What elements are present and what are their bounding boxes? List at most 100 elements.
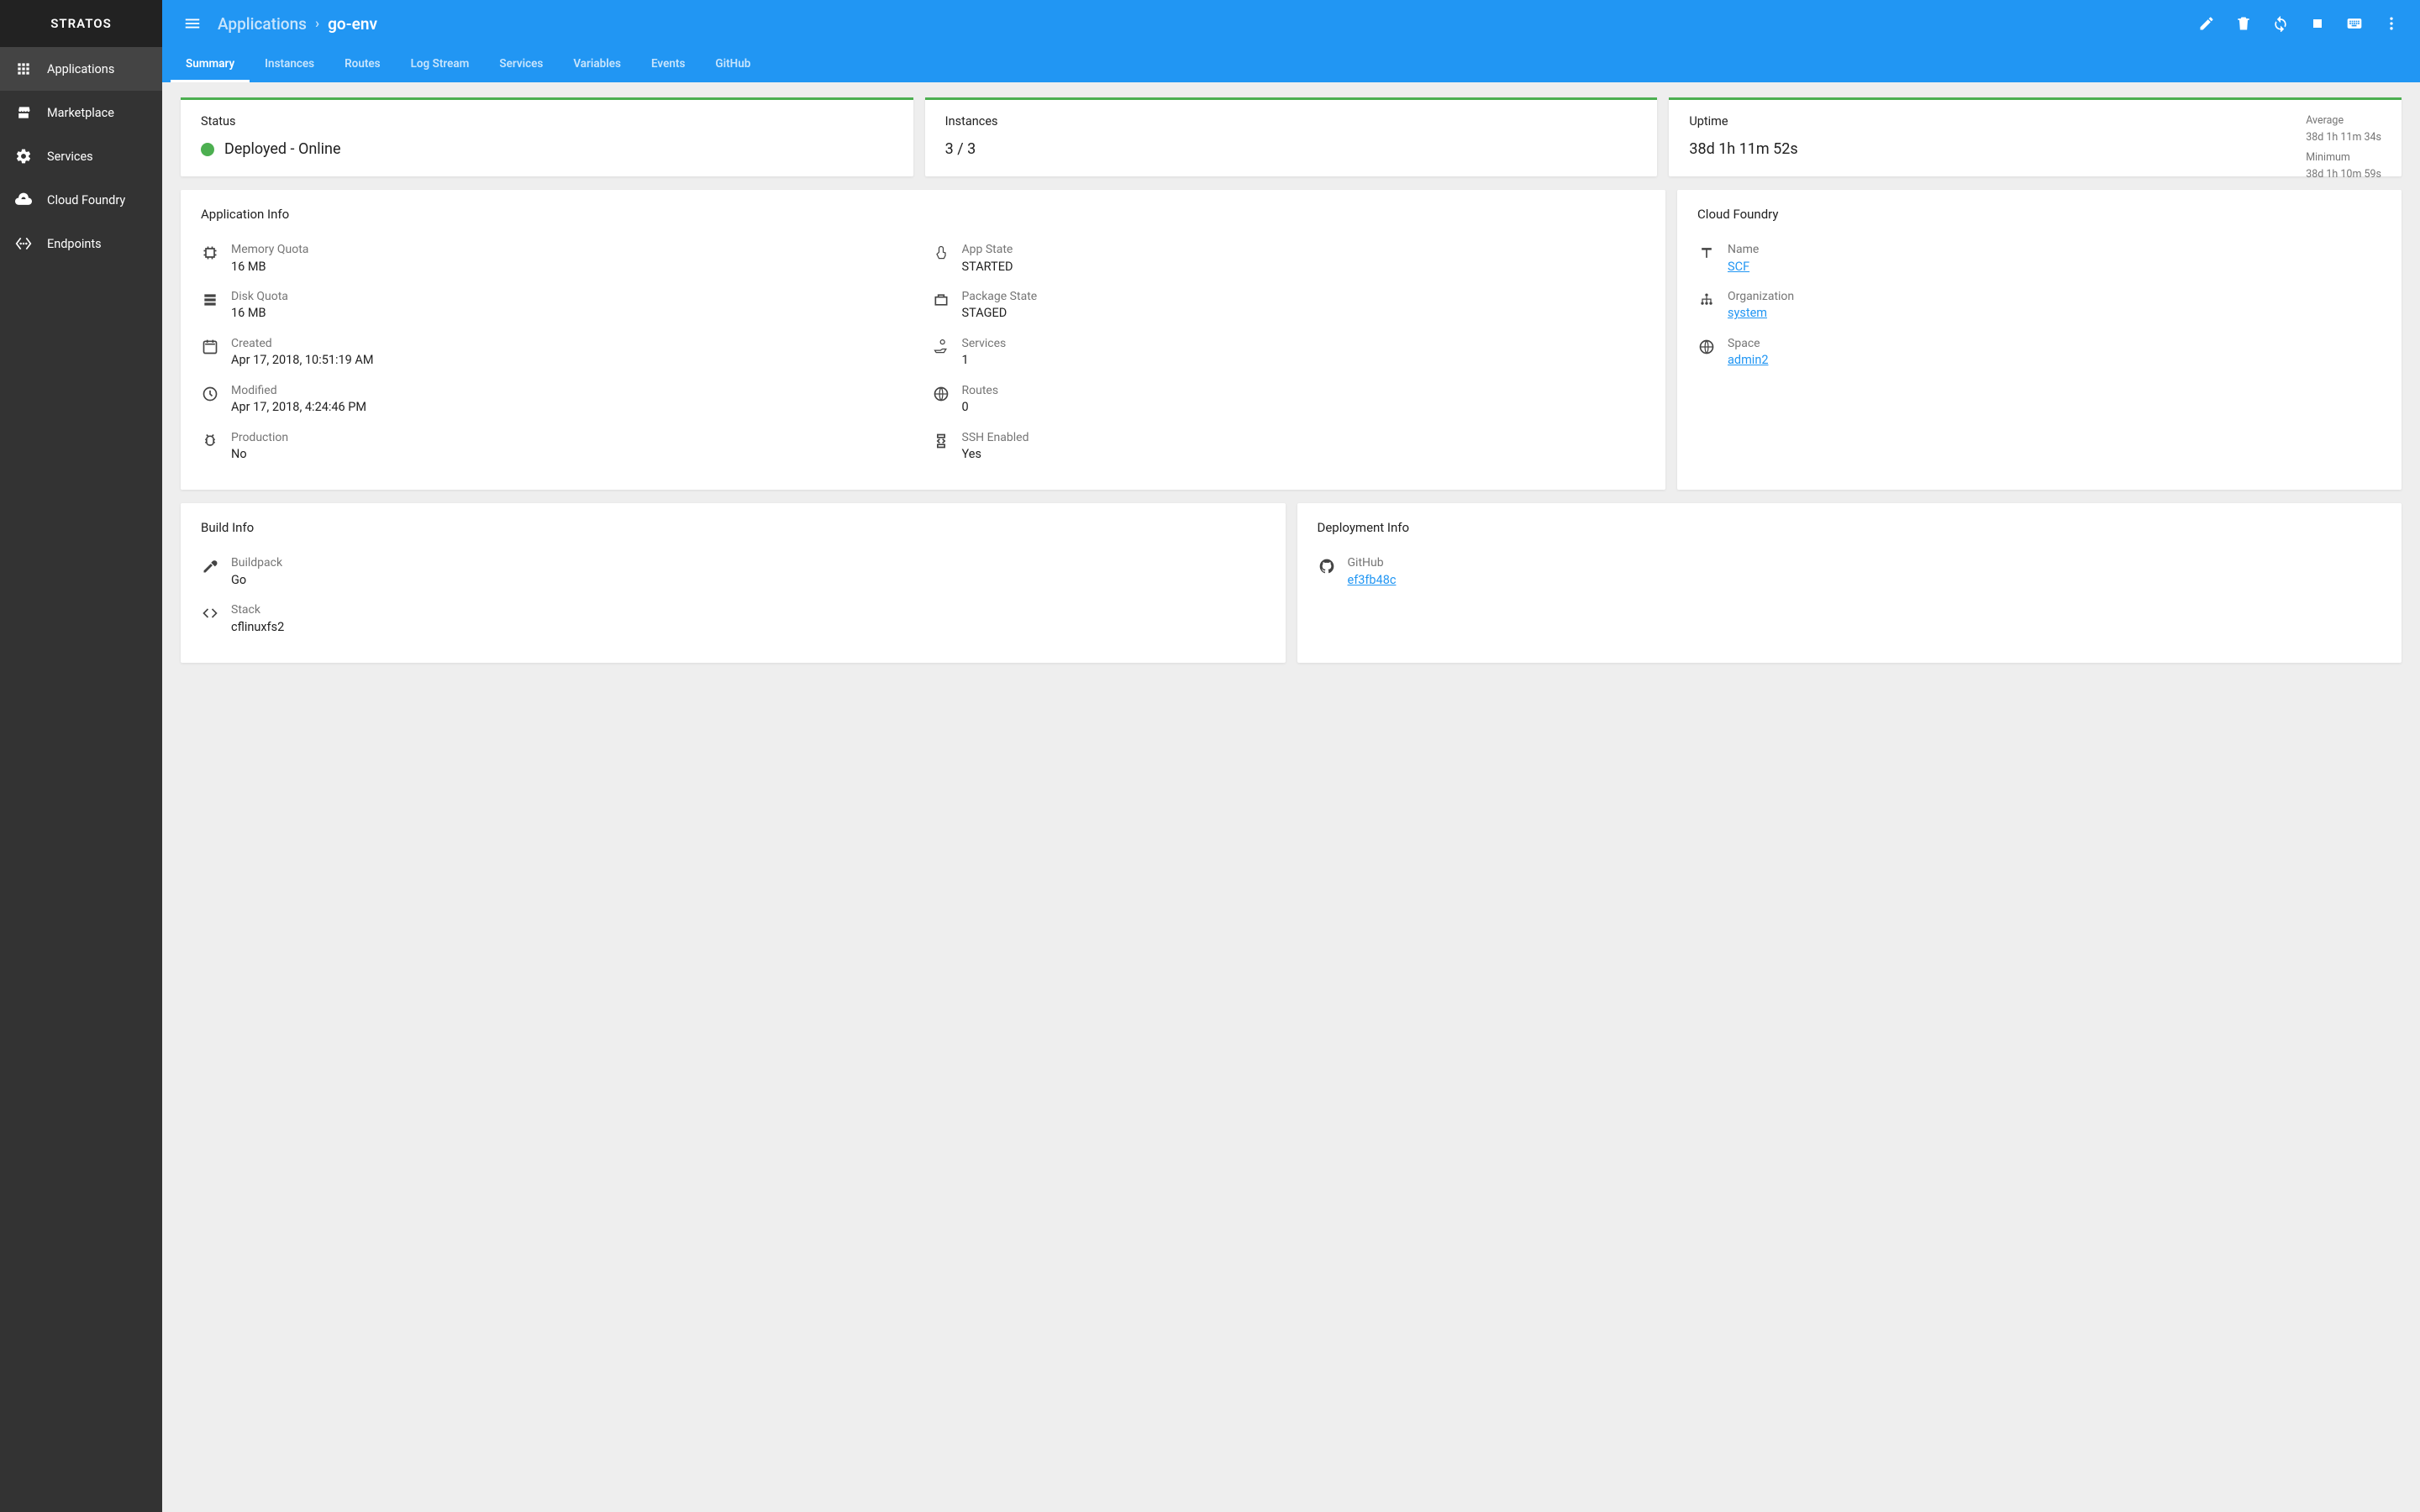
- deploy-title: Deployment Info: [1318, 520, 2382, 535]
- chevron-right-icon: ›: [315, 15, 319, 32]
- bug-icon: [201, 432, 219, 450]
- breadcrumb-parent[interactable]: Applications: [218, 14, 307, 34]
- endpoints-icon: [15, 235, 32, 252]
- sidebar-item-label: Cloud Foundry: [47, 193, 125, 207]
- hamburger-icon: [183, 14, 202, 33]
- sidebar-item-applications[interactable]: Applications: [0, 47, 162, 91]
- stop-icon: [2309, 15, 2326, 32]
- tab-routes[interactable]: Routes: [329, 47, 396, 82]
- uptime-min-label: Minimum: [2306, 150, 2381, 166]
- uptime-min-value: 38d 1h 10m 59s: [2306, 166, 2381, 183]
- edit-button[interactable]: [2190, 7, 2223, 40]
- tabs: Summary Instances Routes Log Stream Serv…: [162, 47, 2420, 82]
- sidebar-item-label: Endpoints: [47, 237, 102, 251]
- info-created: CreatedApr 17, 2018, 10:51:19 AM: [201, 331, 915, 378]
- app-info-card: Application Info Memory Quota16 MB Disk …: [181, 190, 1665, 490]
- info-modified: ModifiedApr 17, 2018, 4:24:46 PM: [201, 378, 915, 425]
- sidebar-item-services[interactable]: Services: [0, 134, 162, 178]
- more-vert-icon: [2383, 15, 2400, 32]
- pencil-icon: [2198, 15, 2215, 32]
- cloud-foundry-icon: [15, 192, 32, 208]
- github-icon: [1318, 557, 1336, 575]
- uptime-title: Uptime: [1689, 114, 2381, 129]
- instances-title: Instances: [945, 114, 1638, 129]
- globe-icon: [932, 385, 950, 403]
- clock-icon: [201, 385, 219, 403]
- info-app-state: App StateSTARTED: [932, 237, 1646, 284]
- restart-button[interactable]: [2264, 7, 2297, 40]
- cf-card-title: Cloud Foundry: [1697, 207, 2381, 222]
- cli-button[interactable]: [2338, 7, 2371, 40]
- trash-icon: [2235, 15, 2252, 32]
- menu-toggle-button[interactable]: [174, 14, 211, 33]
- build-title: Build Info: [201, 520, 1265, 535]
- header: Applications › go-env Summary Instances …: [162, 0, 2420, 82]
- deploy-github: GitHubef3fb48c: [1318, 550, 2382, 597]
- content-area: Status Deployed - Online Instances 3 / 3: [162, 82, 2420, 1512]
- breadcrumb: Applications › go-env: [218, 14, 377, 34]
- keyboard-icon: [2346, 15, 2363, 32]
- cf-space: Spaceadmin2: [1697, 331, 2381, 378]
- tab-log-stream[interactable]: Log Stream: [396, 47, 485, 82]
- info-memory-quota: Memory Quota16 MB: [201, 237, 915, 284]
- status-title: Status: [201, 114, 893, 129]
- wrench-icon: [201, 557, 219, 575]
- stop-button[interactable]: [2301, 7, 2334, 40]
- touch-icon: [932, 244, 950, 262]
- package-icon: [932, 291, 950, 309]
- status-text: Deployed - Online: [224, 140, 341, 158]
- sidebar-item-endpoints[interactable]: Endpoints: [0, 222, 162, 265]
- apps-grid-icon: [15, 60, 32, 77]
- more-button[interactable]: [2375, 7, 2408, 40]
- sidebar-item-marketplace[interactable]: Marketplace: [0, 91, 162, 134]
- status-card: Status Deployed - Online: [181, 97, 913, 176]
- tab-variables[interactable]: Variables: [558, 47, 636, 82]
- instances-value: 3 / 3: [945, 140, 1638, 158]
- build-info-card: Build Info BuildpackGo Stackcflinuxfs2: [181, 503, 1286, 663]
- tab-events[interactable]: Events: [636, 47, 700, 82]
- org-icon: [1697, 291, 1716, 309]
- developer-mode-icon: [932, 432, 950, 450]
- sidebar-item-label: Marketplace: [47, 106, 114, 120]
- cf-org: Organizationsystem: [1697, 284, 2381, 331]
- build-stack: Stackcflinuxfs2: [201, 597, 1265, 644]
- restart-icon: [2272, 15, 2289, 32]
- tab-instances[interactable]: Instances: [250, 47, 329, 82]
- tab-github[interactable]: GitHub: [700, 47, 765, 82]
- uptime-card: Uptime 38d 1h 11m 52s Average 38d 1h 11m…: [1669, 97, 2402, 176]
- deploy-commit-link[interactable]: ef3fb48c: [1348, 573, 1397, 587]
- disk-icon: [201, 291, 219, 309]
- text-icon: [1697, 244, 1716, 262]
- info-disk-quota: Disk Quota16 MB: [201, 284, 915, 331]
- cloud-foundry-card: Cloud Foundry NameSCF Organizationsystem: [1677, 190, 2402, 490]
- info-ssh: SSH EnabledYes: [932, 425, 1646, 472]
- uptime-avg-value: 38d 1h 11m 34s: [2306, 129, 2381, 146]
- cf-org-link[interactable]: system: [1728, 306, 1767, 320]
- deployment-info-card: Deployment Info GitHubef3fb48c: [1297, 503, 2402, 663]
- build-buildpack: BuildpackGo: [201, 550, 1265, 597]
- uptime-avg-label: Average: [2306, 113, 2381, 129]
- status-indicator-icon: [201, 143, 214, 156]
- info-services: Services1: [932, 331, 1646, 378]
- calendar-icon: [201, 338, 219, 356]
- services-icon: [15, 148, 32, 165]
- info-package-state: Package StateSTAGED: [932, 284, 1646, 331]
- uptime-value: 38d 1h 11m 52s: [1689, 140, 2381, 158]
- info-production: ProductionNo: [201, 425, 915, 472]
- delete-button[interactable]: [2227, 7, 2260, 40]
- tab-services[interactable]: Services: [484, 47, 558, 82]
- memory-icon: [201, 244, 219, 262]
- sidebar-item-cloud-foundry[interactable]: Cloud Foundry: [0, 178, 162, 222]
- breadcrumb-current: go-env: [328, 14, 377, 34]
- sidebar: STRATOS Applications Marketplace Service…: [0, 0, 162, 1512]
- service-hand-icon: [932, 338, 950, 356]
- sidebar-item-label: Applications: [47, 62, 114, 76]
- tab-summary[interactable]: Summary: [171, 47, 250, 82]
- brand-logo: STRATOS: [0, 0, 162, 47]
- cf-name: NameSCF: [1697, 237, 2381, 284]
- info-routes: Routes0: [932, 378, 1646, 425]
- cf-name-link[interactable]: SCF: [1728, 260, 1749, 274]
- instances-card: Instances 3 / 3: [925, 97, 1658, 176]
- cf-space-link[interactable]: admin2: [1728, 353, 1768, 367]
- store-icon: [15, 104, 32, 121]
